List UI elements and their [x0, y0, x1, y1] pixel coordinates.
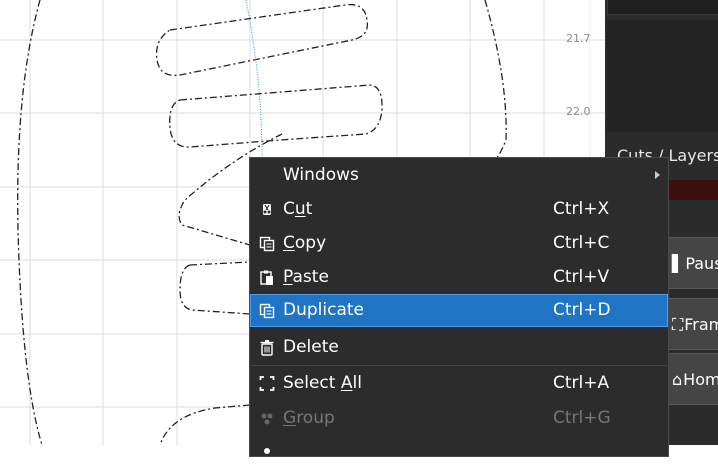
pause-button-label: Paus [685, 254, 718, 273]
home-button[interactable]: ⌂Hom [667, 353, 718, 405]
panel-preview-area [607, 20, 718, 132]
menu-item-duplicate[interactable]: Duplicate Ctrl+D [250, 294, 668, 327]
scissors-icon [263, 204, 271, 215]
menu-item-delete[interactable]: Delete [250, 331, 668, 365]
partial-menu-icon [264, 448, 270, 454]
ruler-label-bottom: 22.0 [566, 105, 591, 118]
menu-item-shortcut: Ctrl+G [553, 408, 611, 428]
menu-item-label: Paste [283, 267, 329, 287]
select-all-icon [259, 376, 275, 391]
home-button-label: Hom [683, 370, 718, 389]
menu-item-paste[interactable]: Paste Ctrl+V [250, 261, 668, 295]
paste-icon [260, 270, 273, 285]
menu-item-copy[interactable]: Copy Ctrl+C [250, 227, 668, 261]
panel-top-box [607, 0, 718, 15]
context-menu: Windows Cut Ctrl+X Copy Ctrl+C Paste Ctr… [249, 157, 669, 457]
menu-item-shortcut: Ctrl+X [553, 199, 610, 219]
menu-item-label: Windows [283, 165, 359, 185]
menu-item-shortcut: Ctrl+A [553, 373, 610, 393]
menu-item-next-partial[interactable] [250, 436, 668, 470]
trash-icon [260, 340, 274, 356]
menu-item-label: Duplicate [283, 300, 364, 320]
frame-icon: ⛶ [672, 315, 684, 334]
menu-item-cut[interactable]: Cut Ctrl+X [250, 193, 668, 227]
menu-item-label: Copy [283, 233, 327, 253]
menu-item-windows[interactable]: Windows [250, 159, 668, 193]
menu-item-label: Cut [283, 199, 313, 219]
pause-button[interactable]: ▌Paus [667, 237, 718, 289]
frame-button[interactable]: ⛶Fram [667, 298, 718, 350]
menu-item-label: Group [283, 408, 335, 428]
duplicate-icon [259, 303, 275, 319]
group-icon [261, 413, 273, 425]
copy-icon [259, 236, 275, 252]
frame-button-label: Fram [684, 315, 718, 334]
menu-item-shortcut: Ctrl+D [553, 300, 611, 320]
ruler-label-top: 21.7 [566, 32, 591, 45]
menu-item-select-all[interactable]: Select All Ctrl+A [250, 367, 668, 401]
pause-icon: ▌ [672, 254, 685, 273]
menu-item-label: Delete [283, 337, 339, 357]
menu-separator [251, 365, 667, 366]
home-icon: ⌂ [672, 370, 683, 389]
menu-item-group[interactable]: Group Ctrl+G [250, 402, 668, 436]
menu-item-shortcut: Ctrl+V [553, 267, 610, 287]
menu-item-label: Select All [283, 373, 362, 393]
submenu-arrow-icon [655, 171, 660, 179]
menu-item-shortcut: Ctrl+C [553, 233, 610, 253]
